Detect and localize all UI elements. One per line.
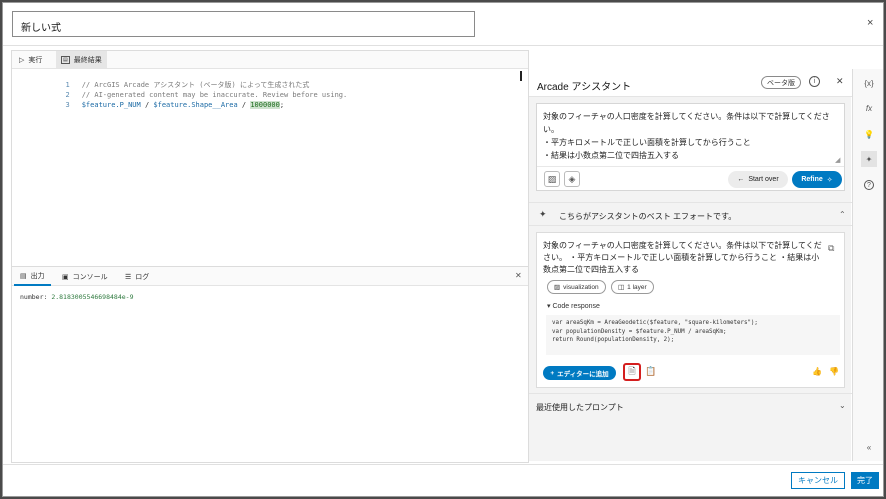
info-icon[interactable]: i	[809, 76, 820, 87]
final-result-button[interactable]: ▤ 最終結果	[56, 51, 107, 68]
bulb-icon[interactable]: 💡	[861, 126, 877, 142]
plus-icon: +	[550, 369, 555, 377]
tab-log[interactable]: ☰ ログ	[119, 267, 155, 286]
expression-title-input[interactable]: 新しい式	[12, 11, 475, 37]
layer-chip: ◫ 1 layer	[611, 280, 654, 294]
final-result-label: 最終結果	[73, 56, 102, 64]
editor-toolbar: ▷ 実行 ▤ 最終結果	[12, 51, 528, 69]
code-token: ;	[279, 101, 285, 109]
divider	[3, 45, 883, 46]
code-token: $feature.Shape__Area	[153, 101, 238, 109]
assistant-header: Arcade アシスタント ベータ版 i ✕	[529, 69, 852, 97]
assistant-title: Arcade アシスタント	[537, 82, 632, 93]
resize-handle-icon[interactable]: ◢	[835, 156, 840, 164]
refine-label: Refine	[801, 176, 823, 183]
recent-prompts-label: 最近使用したプロンプト	[536, 403, 624, 412]
output-result: number: 2.8183005546698484e-9	[20, 293, 134, 301]
refine-button[interactable]: Refine ✧	[792, 171, 842, 188]
book-icon: ◫	[618, 284, 625, 291]
thumbs-up-icon[interactable]: 👍	[812, 367, 822, 376]
image-icon[interactable]: ▨	[544, 171, 560, 187]
prompt-card: 対象のフィーチャの人口密度を計算してください。条件は以下で計算してください。 ・…	[536, 103, 845, 191]
best-effort-label: こちらがアシスタントのベスト エフォートです。	[559, 212, 737, 221]
copy-icon[interactable]: ⧉	[828, 243, 834, 254]
add-to-editor-label: エディターに追加	[557, 371, 609, 378]
code-response-block: var areaSqKm = AreaGeodetic($feature, "s…	[546, 315, 840, 355]
response-card: 対象のフィーチャの人口密度を計算してください。条件は以下で計算してください。 ・…	[536, 232, 845, 388]
run-button[interactable]: ▷ 実行	[14, 51, 47, 68]
expression-dialog: 新しい式 × ▷ 実行 ▤ 最終結果 1// ArcGIS Arcade アシス…	[2, 2, 884, 497]
tab-log-label: ログ	[135, 273, 150, 281]
console-icon: ▣	[62, 273, 69, 281]
thumbs-down-icon[interactable]: 👎	[829, 367, 839, 376]
sparkle-icon[interactable]: ✦	[861, 151, 877, 167]
tab-console[interactable]: ▣ コンソール	[56, 267, 114, 286]
help-icon[interactable]: ?	[861, 177, 877, 193]
sparkle-icon: ✦	[539, 209, 547, 219]
tab-output-label: 出力	[30, 272, 45, 280]
start-over-button[interactable]: ← Start over	[728, 171, 788, 188]
collapse-icon[interactable]: «	[861, 439, 877, 455]
cancel-button[interactable]: キャンセル	[791, 472, 845, 489]
prompt-input[interactable]: 対象のフィーチャの人口密度を計算してください。条件は以下で計算してください。 ・…	[543, 110, 839, 162]
chevron-down-icon[interactable]: ⌄	[839, 401, 846, 410]
prompt-line: 対象のフィーチャの人口密度を計算してください。条件は以下で計算してください。	[543, 112, 830, 134]
chip-label: 1 layer	[627, 283, 647, 291]
functions-icon[interactable]: fx	[861, 100, 877, 116]
chevron-up-icon[interactable]: ⌃	[839, 210, 846, 219]
clipboard-icon[interactable]: 📋	[645, 366, 656, 377]
line-number: 3	[65, 101, 70, 109]
arrow-left-icon: ←	[737, 176, 745, 183]
prompt-line: ・結果は小数点第二位で四捨五入する	[543, 151, 679, 160]
image-icon: ▨	[554, 284, 561, 291]
tab-output[interactable]: ▤ 出力	[14, 267, 51, 286]
play-icon: ▷	[19, 56, 25, 64]
editor-scroll-marker	[520, 71, 522, 81]
list-icon: ☰	[125, 273, 132, 281]
code-line: 2// AI-generated content may be inaccura…	[12, 80, 348, 99]
response-prompt-text: 対象のフィーチャの人口密度を計算してください。条件は以下で計算してください。 ・…	[543, 241, 822, 274]
divider	[537, 166, 844, 167]
close-icon[interactable]: ×	[867, 17, 873, 29]
prompt-line: ・平方キロメートルで正しい面積を計算してから行うこと	[543, 138, 751, 147]
arcade-assistant-panel: Arcade アシスタント ベータ版 i ✕ 対象のフィーチャの人口密度を計算し…	[528, 69, 852, 461]
best-effort-section[interactable]: ✦ こちらがアシスタントのベスト エフォートです。 ⌃	[529, 202, 852, 226]
add-to-editor-button[interactable]: + エディターに追加	[543, 366, 616, 380]
start-over-label: Start over	[748, 176, 779, 183]
output-tabs: ▤ 出力 ▣ コンソール ☰ ログ ✕	[12, 266, 528, 286]
close-icon[interactable]: ✕	[836, 76, 844, 87]
visualization-chip: ▨ visualization	[547, 280, 606, 294]
layers-icon[interactable]: ◈	[564, 171, 580, 187]
chip-label: visualization	[563, 283, 599, 291]
code-token: $feature.P_NUM	[81, 101, 141, 109]
code-response-toggle[interactable]: ▾ Code response	[547, 302, 600, 310]
code-area[interactable]: 1// ArcGIS Arcade アシスタント (ベータ版) によって生成され…	[12, 70, 528, 266]
recent-prompts-section[interactable]: 最近使用したプロンプト ⌄	[529, 393, 852, 415]
tab-console-label: コンソール	[72, 273, 108, 281]
side-rail: {x} fx 💡 ✦ ? «	[852, 69, 883, 461]
document-icon[interactable]: 🗎	[623, 363, 641, 381]
result-value: 2.8183005546698484e-9	[51, 293, 134, 301]
variables-icon[interactable]: {x}	[861, 75, 877, 91]
beta-badge: ベータ版	[761, 76, 801, 89]
close-icon[interactable]: ✕	[515, 271, 522, 280]
run-label: 実行	[28, 56, 43, 64]
code-token: /	[237, 101, 251, 109]
done-button[interactable]: 完了	[851, 472, 879, 489]
code-number: 1000000	[250, 101, 280, 109]
output-icon: ▤	[20, 272, 27, 280]
divider	[3, 464, 883, 465]
code-line: 3 $feature.P_NUM / $feature.Shape__Area /…	[12, 90, 284, 109]
sparkle-icon: ✧	[826, 176, 833, 184]
result-icon: ▤	[61, 55, 70, 64]
result-key: number:	[20, 293, 52, 301]
code-token: /	[140, 101, 154, 109]
code-editor-pane: ▷ 実行 ▤ 最終結果 1// ArcGIS Arcade アシスタント (ベー…	[11, 50, 529, 463]
code-line: 1// ArcGIS Arcade アシスタント (ベータ版) によって生成され…	[12, 70, 310, 89]
